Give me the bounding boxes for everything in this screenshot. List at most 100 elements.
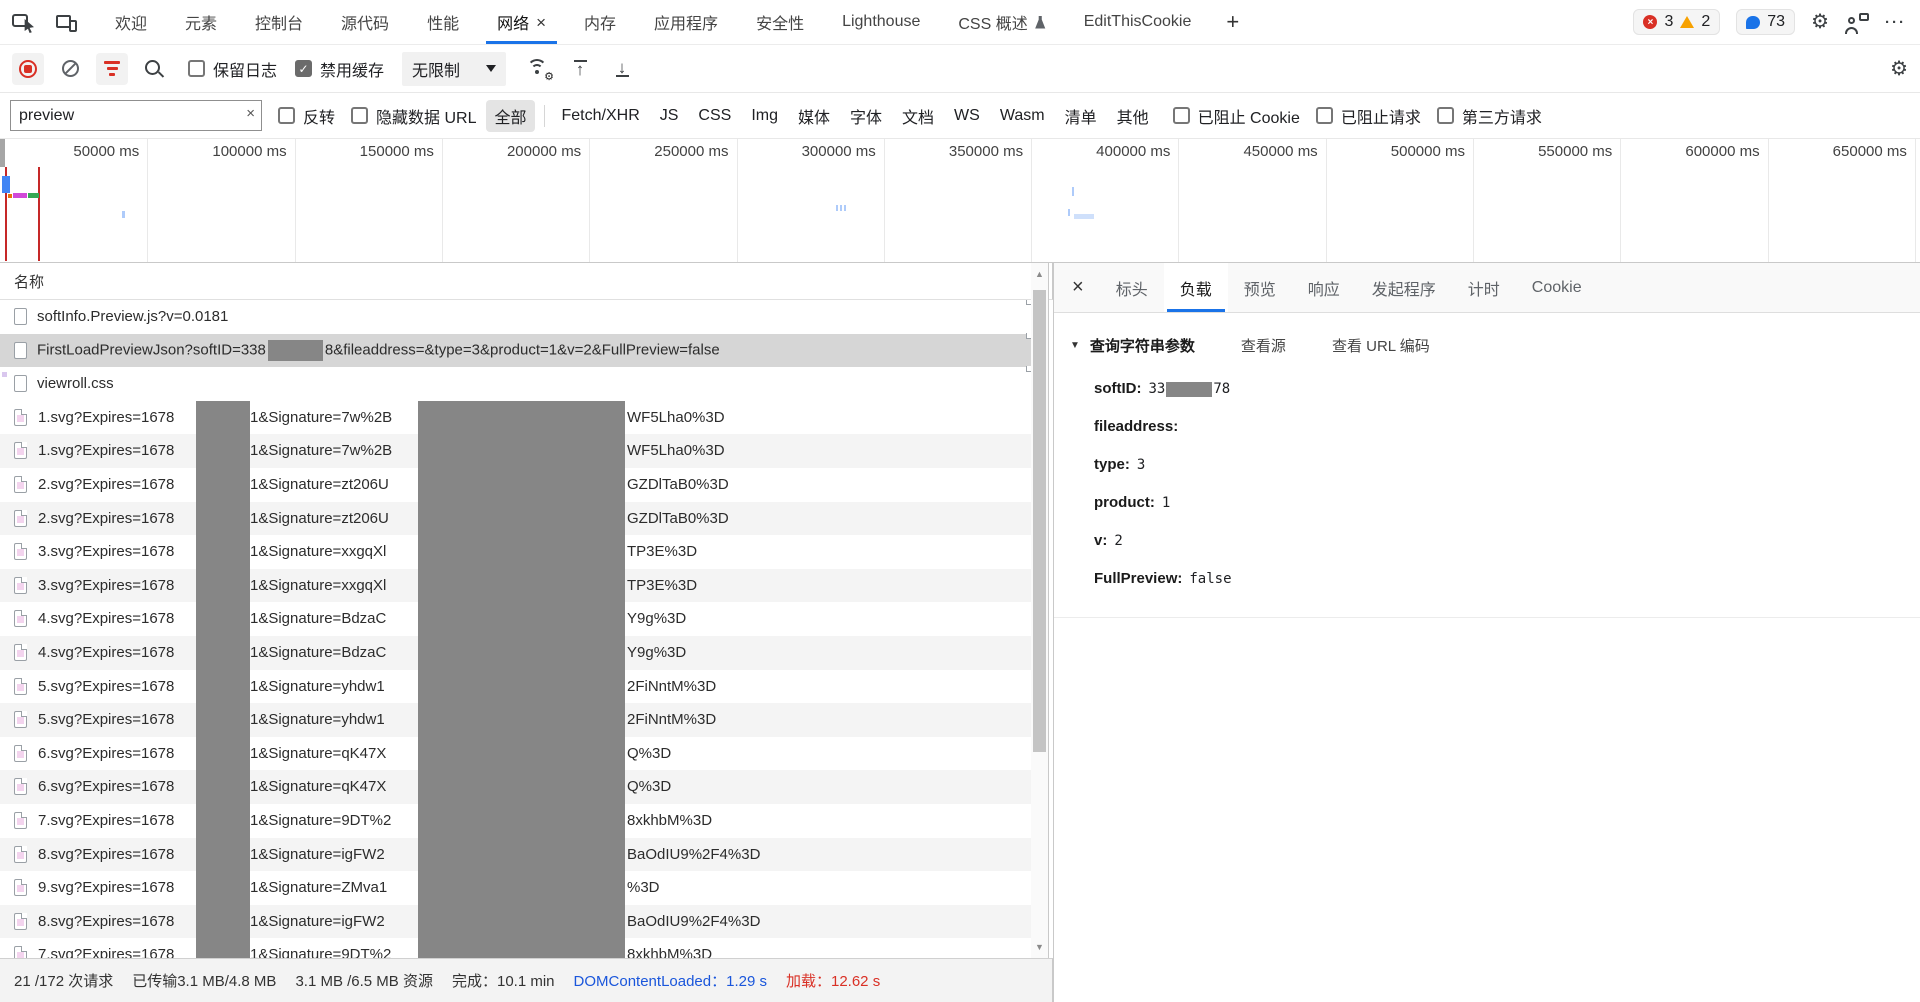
- timeline-tick-label: 650000 ms: [1830, 143, 1910, 160]
- scroll-down-icon[interactable]: ▼: [1031, 942, 1048, 952]
- checkbox-unchecked: [1437, 107, 1454, 124]
- expand-triangle-icon[interactable]: ▼: [1070, 340, 1080, 351]
- tab-label: 源代码: [341, 10, 389, 34]
- view-source-link[interactable]: 查看源: [1241, 335, 1286, 356]
- network-settings-gear-icon[interactable]: ⚙: [1890, 59, 1908, 79]
- details-tab-负载[interactable]: 负载: [1164, 263, 1228, 312]
- type-filter-其他[interactable]: 其他: [1109, 100, 1157, 132]
- url-tail: Y9g%3D: [627, 602, 686, 636]
- network-overview-timeline[interactable]: 50000 ms100000 ms150000 ms200000 ms25000…: [0, 139, 1920, 263]
- details-tab-计时[interactable]: 计时: [1452, 263, 1516, 312]
- url-tail: WF5Lha0%3D: [627, 401, 725, 435]
- issues-badge[interactable]: × 3 2: [1633, 9, 1720, 35]
- filter-toggle-button[interactable]: [96, 53, 128, 85]
- record-button[interactable]: [12, 53, 44, 85]
- import-har-button[interactable]: ↑: [568, 60, 592, 77]
- file-icon: [14, 409, 27, 426]
- record-icon: [19, 60, 37, 78]
- scroll-up-icon[interactable]: ▲: [1031, 269, 1048, 279]
- close-tab-icon[interactable]: ×: [536, 14, 546, 31]
- param-key: type:: [1094, 456, 1130, 473]
- details-tab-Cookie[interactable]: Cookie: [1516, 263, 1598, 312]
- overview-handle[interactable]: [0, 139, 5, 167]
- query-param-row: v:2: [1094, 522, 1920, 560]
- disable-cache-checkbox[interactable]: ✓ 禁用缓存: [295, 57, 384, 81]
- tab-控制台[interactable]: 控制台: [236, 0, 322, 44]
- tab-label: CSS 概述: [958, 10, 1027, 34]
- request-row[interactable]: viewroll.css: [0, 367, 1031, 401]
- redaction-strip: [196, 401, 250, 958]
- more-options-icon[interactable]: ···: [1885, 14, 1906, 31]
- preserve-log-checkbox[interactable]: 保留日志: [188, 57, 277, 81]
- type-filter-清单[interactable]: 清单: [1057, 100, 1105, 132]
- filter-checkbox-已阻止请求[interactable]: 已阻止请求: [1316, 104, 1421, 128]
- requests-table-header[interactable]: 名称: [0, 263, 1053, 300]
- messages-badge[interactable]: 73: [1736, 9, 1795, 35]
- filter-input[interactable]: [10, 100, 262, 131]
- overview-bar-green: [28, 193, 39, 198]
- tab-内存[interactable]: 内存: [565, 0, 635, 44]
- request-row[interactable]: softInfo.Preview.js?v=0.0181: [0, 300, 1031, 334]
- url-tail: Q%3D: [627, 737, 671, 771]
- tab-EditThisCookie[interactable]: EditThisCookie: [1065, 0, 1211, 44]
- name-column-header[interactable]: 名称: [14, 271, 44, 292]
- search-button[interactable]: [138, 53, 170, 85]
- tab-Lighthouse[interactable]: Lighthouse: [823, 0, 939, 44]
- settings-gear-icon[interactable]: ⚙: [1811, 12, 1829, 32]
- tab-源代码[interactable]: 源代码: [322, 0, 408, 44]
- tab-安全性[interactable]: 安全性: [737, 0, 823, 44]
- type-filter-WS[interactable]: WS: [946, 103, 988, 129]
- url-mid: 1&Signature=xxgqXl: [250, 535, 386, 569]
- details-tab-预览[interactable]: 预览: [1228, 263, 1292, 312]
- hide-data-url-checkbox[interactable]: 隐藏数据 URL: [351, 104, 476, 128]
- checkbox-unchecked: [1173, 107, 1190, 124]
- param-key: fileaddress:: [1094, 418, 1178, 435]
- invert-checkbox[interactable]: 反转: [278, 104, 335, 128]
- type-filter-Fetch/XHR[interactable]: Fetch/XHR: [554, 103, 648, 129]
- tab-CSS 概述[interactable]: CSS 概述: [939, 0, 1064, 44]
- network-conditions-icon[interactable]: ⚙: [526, 58, 550, 79]
- type-filter-全部[interactable]: 全部: [486, 100, 534, 132]
- inspect-element-icon[interactable]: [12, 12, 34, 32]
- request-name: viewroll.css: [37, 375, 114, 392]
- tab-元素[interactable]: 元素: [166, 0, 236, 44]
- type-filter-JS[interactable]: JS: [652, 103, 687, 129]
- export-har-button[interactable]: ↓: [610, 60, 634, 77]
- close-details-icon[interactable]: ×: [1054, 263, 1100, 312]
- file-icon: [14, 308, 27, 325]
- type-filter-媒体[interactable]: 媒体: [790, 100, 838, 132]
- tab-欢迎[interactable]: 欢迎: [96, 0, 166, 44]
- query-param-row: product:1: [1094, 484, 1920, 522]
- tab-性能[interactable]: 性能: [408, 0, 478, 44]
- type-filter-字体[interactable]: 字体: [842, 100, 890, 132]
- type-filter-Img[interactable]: Img: [743, 103, 786, 129]
- param-key: softID:: [1094, 380, 1142, 397]
- view-url-encoded-link[interactable]: 查看 URL 编码: [1332, 335, 1430, 356]
- type-filter-文档[interactable]: 文档: [894, 100, 942, 132]
- clear-filter-icon[interactable]: ×: [246, 105, 255, 122]
- tab-应用程序[interactable]: 应用程序: [635, 0, 737, 44]
- type-filter-CSS[interactable]: CSS: [690, 103, 739, 129]
- tab-网络[interactable]: 网络×: [478, 0, 565, 44]
- device-toolbar-icon[interactable]: [56, 12, 78, 32]
- clear-button[interactable]: [54, 53, 86, 85]
- details-tab-发起程序[interactable]: 发起程序: [1356, 263, 1452, 312]
- more-tabs-button[interactable]: +: [1210, 0, 1255, 44]
- feedback-icon[interactable]: [1845, 12, 1869, 32]
- filter-checkbox-已阻止 Cookie[interactable]: 已阻止 Cookie: [1173, 104, 1300, 128]
- requests-scrollbar[interactable]: ▲ ▼: [1031, 263, 1049, 958]
- query-params-title[interactable]: 查询字符串参数: [1090, 335, 1195, 356]
- param-value: 2: [1114, 533, 1122, 549]
- filter-checkbox-第三方请求[interactable]: 第三方请求: [1437, 104, 1542, 128]
- type-filter-Wasm[interactable]: Wasm: [992, 103, 1053, 129]
- throttling-dropdown[interactable]: 无限制: [402, 52, 506, 86]
- scrollbar-thumb[interactable]: [1033, 290, 1046, 752]
- details-tab-响应[interactable]: 响应: [1292, 263, 1356, 312]
- redaction-strip: [418, 401, 625, 958]
- request-row-selected[interactable]: FirstLoadPreviewJson?softID=3388&fileadd…: [0, 334, 1031, 368]
- file-icon: [14, 342, 27, 359]
- url-mid: 1&Signature=igFW2: [250, 905, 385, 939]
- details-tab-标头[interactable]: 标头: [1100, 263, 1164, 312]
- url-pre: 3.svg?Expires=1678: [38, 535, 174, 569]
- url-tail: TP3E%3D: [627, 569, 697, 603]
